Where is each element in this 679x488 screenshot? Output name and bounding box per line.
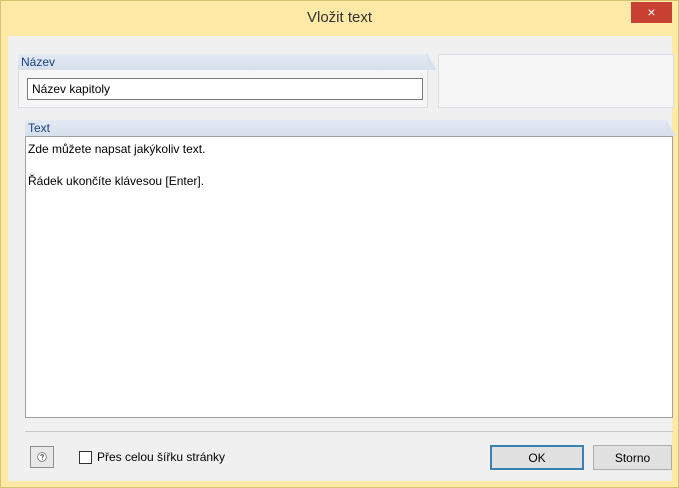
- ok-button[interactable]: OK: [490, 445, 584, 470]
- dialog-title: Vložit text: [306, 9, 373, 26]
- name-section-label: Název: [18, 54, 437, 70]
- help-icon: [37, 452, 47, 462]
- text-input-area[interactable]: Zde můžete napsat jakýkoliv text. Řádek …: [25, 136, 673, 418]
- title-bar[interactable]: Vložit text ×: [1, 1, 678, 36]
- preview-panel: [438, 54, 674, 108]
- full-width-label[interactable]: Přes celou šířku stránky: [97, 450, 225, 464]
- cancel-button[interactable]: Storno: [593, 445, 672, 470]
- footer-divider: [25, 431, 673, 432]
- full-width-checkbox[interactable]: [79, 451, 92, 464]
- help-button[interactable]: [30, 446, 54, 468]
- text-section-label: Text: [25, 120, 676, 136]
- chapter-name-input[interactable]: [27, 78, 423, 100]
- close-button[interactable]: ×: [631, 2, 672, 23]
